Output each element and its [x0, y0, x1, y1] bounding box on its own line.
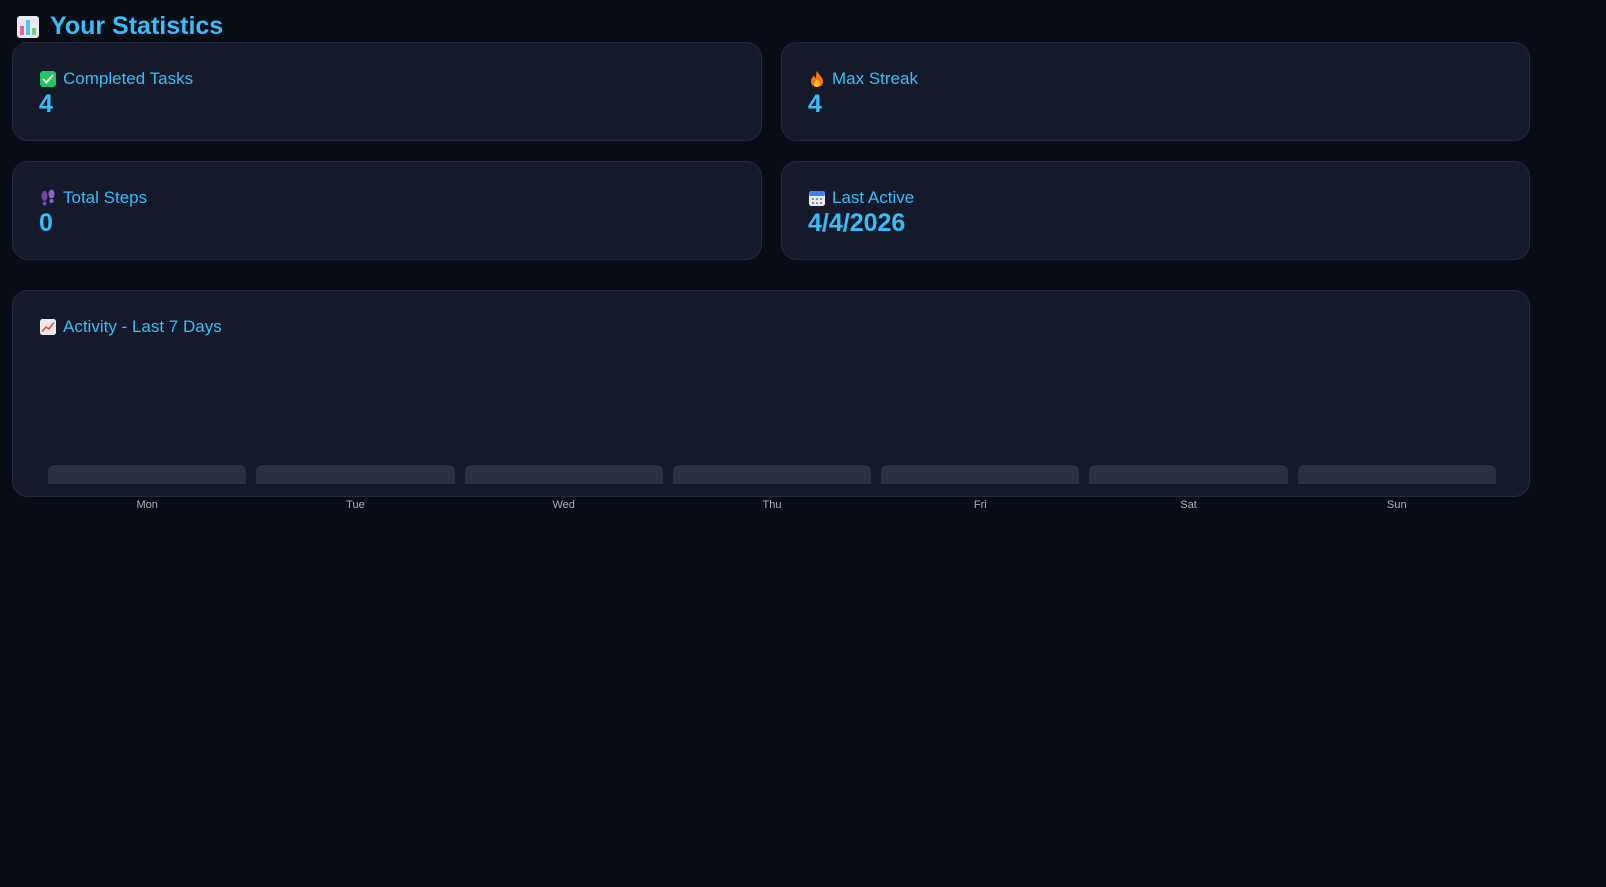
fire-icon — [811, 71, 823, 87]
activity-bar — [464, 465, 663, 484]
day-column: Sun — [1297, 453, 1496, 511]
stat-label-row: Max Streak — [808, 69, 918, 89]
page-title: Your Statistics — [16, 12, 223, 41]
stat-card-total-steps: Total Steps 0 — [12, 161, 762, 260]
stat-label-row: Completed Tasks — [39, 69, 193, 89]
stat-label-row: Last Active — [808, 188, 914, 208]
check-box-icon — [40, 71, 56, 87]
activity-bar — [48, 465, 247, 484]
stat-value: 4 — [808, 90, 822, 118]
activity-bar — [1297, 465, 1496, 484]
activity-chart-card: Activity - Last 7 Days Mon Tue Wed Thu Fri Sa… — [12, 290, 1530, 511]
day-column: Mon — [48, 453, 247, 511]
activity-bar — [256, 465, 455, 484]
stat-value: 4/4/2026 — [808, 209, 906, 237]
bar-chart-icon — [17, 15, 39, 38]
day-label: Thu — [762, 499, 782, 511]
day-label: Fri — [973, 499, 987, 511]
day-label: Wed — [552, 499, 575, 511]
day-column: Wed — [464, 453, 663, 511]
stat-label-row: Total Steps — [39, 188, 147, 208]
activity-bar — [1089, 465, 1288, 484]
trend-chart-icon — [40, 319, 56, 335]
stat-card-last-active: Last Active 4/4/2026 — [781, 161, 1530, 260]
day-label: Tue — [346, 499, 365, 511]
stat-card-max-streak: Max Streak 4 — [781, 42, 1530, 141]
calendar-icon — [809, 191, 825, 206]
footprints-icon — [41, 189, 55, 206]
page-title-text: Your Statistics — [50, 12, 224, 40]
day-label: Mon — [136, 499, 158, 511]
day-label: Sat — [1180, 499, 1197, 511]
stat-label: Max Streak — [832, 69, 918, 88]
activity-bar — [881, 465, 1080, 484]
stat-label: Total Steps — [63, 188, 148, 207]
day-label: Sun — [1387, 499, 1407, 511]
day-column: Thu — [672, 453, 872, 511]
chart-title-row: Activity - Last 7 Days — [39, 317, 222, 337]
activity-bar — [672, 465, 872, 484]
stat-label: Last Active — [832, 188, 915, 207]
chart-title: Activity - Last 7 Days — [63, 317, 222, 336]
stat-label: Completed Tasks — [63, 69, 194, 88]
stat-card-completed-tasks: Completed Tasks 4 — [12, 42, 762, 141]
stat-value: 4 — [39, 90, 53, 118]
day-column: Fri — [881, 453, 1080, 511]
chart-plot-area: Mon Tue Wed Thu Fri Sat Sun — [48, 453, 1496, 511]
stat-value: 0 — [39, 209, 53, 237]
day-column: Sat — [1089, 453, 1288, 511]
day-column: Tue — [256, 453, 455, 511]
